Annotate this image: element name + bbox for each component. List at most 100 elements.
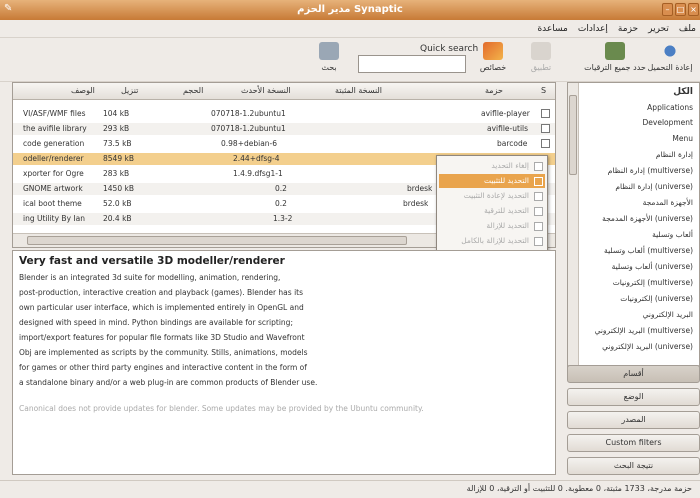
quick-search-label: Quick search	[420, 44, 479, 54]
section-scrollbar[interactable]	[568, 83, 579, 377]
section-item[interactable]: Menu	[672, 134, 693, 143]
table-header: S حزمة النسخة المثبتة النسخة الأحدث الحج…	[13, 83, 555, 100]
menu-item-mark-purge[interactable]: التحديد للإزالة بالكامل	[439, 234, 545, 248]
section-item[interactable]: البريد الإلكتروني (universe)	[602, 342, 693, 351]
table-row[interactable]: VI/ASF/WMF files 104 kB 070718-1.2ubuntu…	[13, 108, 555, 120]
title-bar: ✎ مدير الحزم Synaptic – □ ×	[0, 0, 700, 20]
col-installed[interactable]: النسخة المثبتة	[335, 86, 382, 95]
section-item[interactable]: Applications	[647, 103, 693, 112]
reinstall-icon	[534, 192, 543, 201]
menu-file[interactable]: ملف	[679, 24, 696, 34]
reload-icon	[660, 42, 680, 60]
section-item[interactable]: إلكترونيات (multiverse)	[613, 278, 693, 287]
row-download: 20.4 kB	[103, 214, 132, 223]
row-latest: 0.98+debian-6	[221, 139, 278, 148]
upgrade-icon	[605, 42, 625, 60]
upgrade-icon	[534, 207, 543, 216]
section-item[interactable]: ألعاب وتسلية	[652, 230, 693, 239]
row-description: odeller/renderer	[23, 154, 84, 163]
menu-item-mark-upgrade[interactable]: التحديد للترقية	[439, 204, 545, 218]
menu-item-mark-install[interactable]: التحديد للتثبيت	[439, 174, 545, 188]
table-row[interactable]: the avifile library 293 kB 070718-1.2ubu…	[13, 123, 555, 135]
col-latest[interactable]: النسخة الأحدث	[241, 86, 291, 95]
row-download: 104 kB	[103, 109, 130, 118]
purge-icon	[534, 237, 543, 246]
row-package: brdesk	[407, 184, 433, 193]
mark-all-upgrades-label: حدد جميع الترقيات	[584, 63, 646, 72]
window-title: مدير الحزم Synaptic	[297, 4, 403, 15]
table-row[interactable]: code generation 73.5 kB 0.98+debian-6 ba…	[13, 138, 555, 150]
apply-icon	[531, 42, 551, 60]
row-latest: 070718-1.2ubuntu1	[211, 124, 286, 133]
quick-search-input[interactable]	[358, 55, 466, 73]
section-item[interactable]: إلكترونيات (universe)	[620, 294, 693, 303]
row-download: 1450 kB	[103, 184, 134, 193]
mark-all-upgrades-button[interactable]: حدد جميع الترقيات	[584, 42, 646, 72]
row-latest: 2.44+dfsg-4	[233, 154, 280, 163]
section-item[interactable]: Development	[643, 118, 694, 127]
custom-filters-button[interactable]: Custom filters	[567, 434, 700, 452]
properties-button[interactable]: خصائص	[476, 42, 510, 72]
maximize-icon[interactable]: □	[675, 3, 686, 16]
col-status[interactable]: S	[541, 86, 546, 95]
section-item[interactable]: البريد الإلكتروني (multiverse)	[595, 326, 693, 335]
section-list: الكل Applications Development Menu إدارة…	[567, 82, 700, 378]
status-text: حزمة مدرجة، 1733 مثبتة، 0 معطوبة. 0 للتث…	[466, 484, 692, 493]
row-checkbox[interactable]	[541, 109, 550, 118]
row-latest: 1.4.9.dfsg1-1	[233, 169, 283, 178]
description-line: designed with speed in mind. Python bind…	[19, 318, 293, 327]
menu-edit[interactable]: تحرير	[648, 24, 669, 34]
close-icon[interactable]: ×	[688, 3, 699, 16]
col-download[interactable]: تنزيل	[121, 86, 138, 95]
minimize-icon[interactable]: –	[662, 3, 673, 16]
section-item[interactable]: الأجهزة المدمجة	[643, 198, 693, 207]
section-item[interactable]: إدارة النظام (universe)	[615, 182, 693, 191]
search-icon	[319, 42, 339, 60]
scrollbar-thumb[interactable]	[569, 95, 577, 175]
row-checkbox[interactable]	[541, 124, 550, 133]
search-button[interactable]: بحث	[316, 42, 342, 72]
menu-help[interactable]: مساعدة	[537, 24, 567, 34]
search-results-button[interactable]: نتيجة البحث	[567, 457, 700, 475]
description-line: own particular user interface, which is …	[19, 303, 304, 312]
origin-filter-button[interactable]: المصدر	[567, 411, 700, 429]
section-item[interactable]: إدارة النظام	[656, 150, 693, 159]
row-latest: 0.2	[275, 199, 287, 208]
section-item[interactable]: الأجهزة المدمجة (universe)	[602, 214, 693, 223]
menu-item-mark-remove[interactable]: التحديد للإزالة	[439, 219, 545, 233]
description-line: post-production, interactive creation an…	[19, 288, 304, 297]
properties-label: خصائص	[479, 63, 507, 72]
row-description: GNOME artwork	[23, 184, 83, 193]
row-checkbox[interactable]	[541, 139, 550, 148]
row-description: the avifile library	[23, 124, 87, 133]
col-package[interactable]: حزمة	[485, 86, 503, 95]
section-item[interactable]: البريد الإلكتروني	[643, 310, 693, 319]
description-pane: Very fast and versatile 3D modeller/rend…	[12, 250, 556, 475]
menu-item-mark-reinstall[interactable]: التحديد لإعادة التثبيت	[439, 189, 545, 203]
section-item[interactable]: إدارة النظام (multiverse)	[608, 166, 693, 175]
row-description: VI/ASF/WMF files	[23, 109, 86, 118]
col-size[interactable]: الحجم	[183, 86, 203, 95]
section-item[interactable]: ألعاب وتسلية (universe)	[612, 262, 693, 271]
status-filter-button[interactable]: الوضع	[567, 388, 700, 406]
scrollbar-thumb[interactable]	[27, 236, 407, 245]
section-item[interactable]: ألعاب وتسلية (multiverse)	[604, 246, 693, 255]
menu-item-unmark[interactable]: إلغاء التحديد	[439, 159, 545, 173]
unmark-icon	[534, 162, 543, 171]
apply-button[interactable]: تطبيق	[528, 42, 554, 72]
menu-settings[interactable]: إعدادات	[578, 24, 608, 34]
menu-package[interactable]: حزمة	[618, 24, 638, 34]
context-menu: إلغاء التحديد التحديد للتثبيت التحديد لإ…	[436, 155, 548, 255]
status-bar: حزمة مدرجة، 1733 مثبتة، 0 معطوبة. 0 للتث…	[0, 480, 700, 498]
col-description[interactable]: الوصف	[71, 86, 95, 95]
row-download: 293 kB	[103, 124, 130, 133]
row-latest: 070718-1.2ubuntu1	[211, 109, 286, 118]
row-latest: 1.3-2	[273, 214, 293, 223]
description-line: Obj are implemented as scripts by the co…	[19, 348, 308, 357]
description-title: Very fast and versatile 3D modeller/rend…	[19, 255, 285, 267]
section-item[interactable]: الكل	[673, 87, 693, 97]
row-download: 283 kB	[103, 169, 130, 178]
search-label: بحث	[321, 63, 337, 72]
reload-button[interactable]: إعادة التحميل	[644, 42, 696, 72]
sections-filter-button[interactable]: أقسام	[567, 365, 700, 383]
